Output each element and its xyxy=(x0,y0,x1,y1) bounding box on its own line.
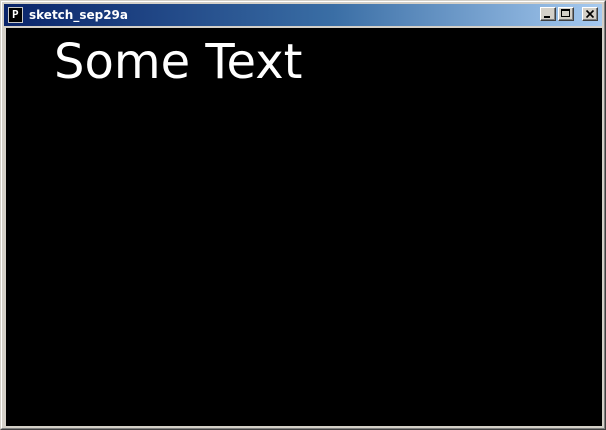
close-button[interactable] xyxy=(582,7,598,21)
maximize-button[interactable] xyxy=(558,7,574,21)
minimize-button[interactable] xyxy=(540,7,556,21)
title-bar[interactable]: P sketch_sep29a xyxy=(4,4,602,26)
maximize-icon xyxy=(561,9,570,17)
minimize-icon xyxy=(544,16,550,18)
window-frame: P sketch_sep29a Some Text xyxy=(1,1,605,429)
app-icon-glyph: P xyxy=(12,8,19,21)
close-icon xyxy=(585,9,595,19)
app-window: P sketch_sep29a Some Text xyxy=(0,0,606,430)
canvas-text: Some Text xyxy=(54,34,303,90)
processing-p-icon[interactable]: P xyxy=(8,7,23,23)
window-title: sketch_sep29a xyxy=(29,8,128,22)
sketch-canvas[interactable]: Some Text xyxy=(6,28,602,426)
